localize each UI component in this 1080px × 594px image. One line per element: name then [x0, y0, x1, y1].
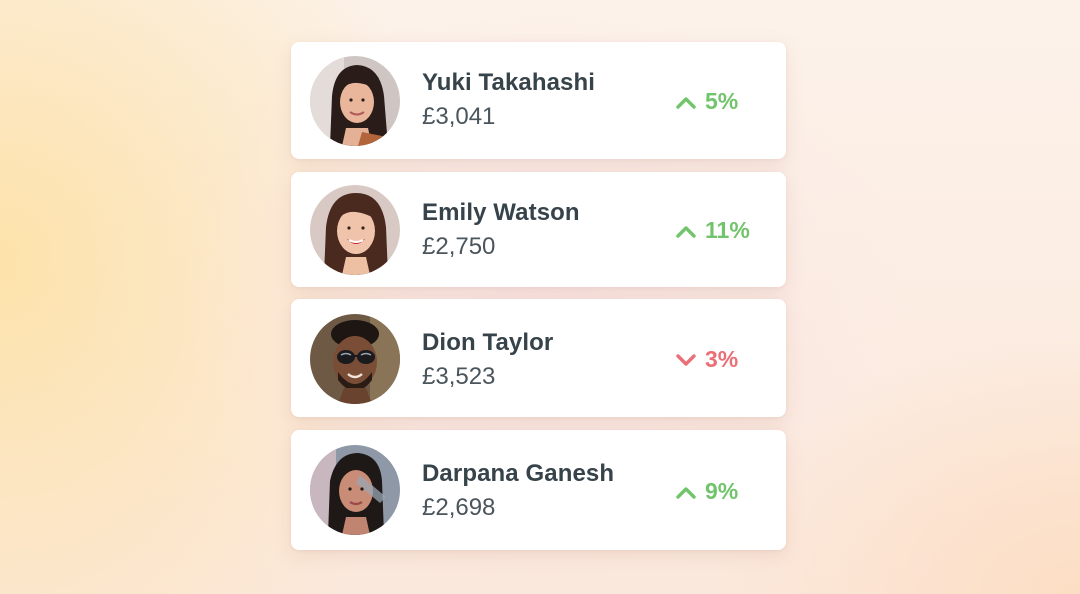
chevron-up-icon [676, 485, 696, 499]
person-name: Darpana Ganesh [422, 460, 615, 487]
person-name: Yuki Takahashi [422, 69, 596, 96]
page: { "colors": { "up": "#72c46c", "down": "… [0, 0, 1080, 594]
chevron-up-icon [676, 224, 696, 238]
change-percent: 5% [705, 88, 739, 114]
avatar [310, 445, 400, 535]
change-indicator: 3% [676, 346, 738, 373]
chevron-up-icon [676, 95, 696, 109]
avatar [310, 314, 400, 404]
leaderboard-card-dion-taylor[interactable]: Dion Taylor £3,523 3% [291, 299, 786, 417]
person-name: Emily Watson [422, 199, 580, 226]
change-indicator: 9% [676, 478, 738, 505]
person-amount: £3,041 [422, 103, 496, 130]
avatar [310, 185, 400, 275]
change-indicator: 11% [676, 217, 750, 244]
leaderboard-card-yuki-takahashi[interactable]: Yuki Takahashi £3,041 5% [291, 42, 786, 159]
chevron-down-icon [676, 353, 696, 367]
change-percent: 11% [705, 217, 750, 243]
change-percent: 9% [705, 478, 739, 504]
change-percent: 3% [705, 346, 739, 372]
leaderboard-card-emily-watson[interactable]: Emily Watson £2,750 11% [291, 172, 786, 287]
person-amount: £2,750 [422, 233, 496, 260]
change-indicator: 5% [676, 88, 738, 115]
leaderboard-card-darpana-ganesh[interactable]: Darpana Ganesh £2,698 9% [291, 430, 786, 550]
person-name: Dion Taylor [422, 329, 554, 356]
avatar [310, 56, 400, 146]
person-amount: £3,523 [422, 363, 496, 390]
person-amount: £2,698 [422, 494, 496, 521]
